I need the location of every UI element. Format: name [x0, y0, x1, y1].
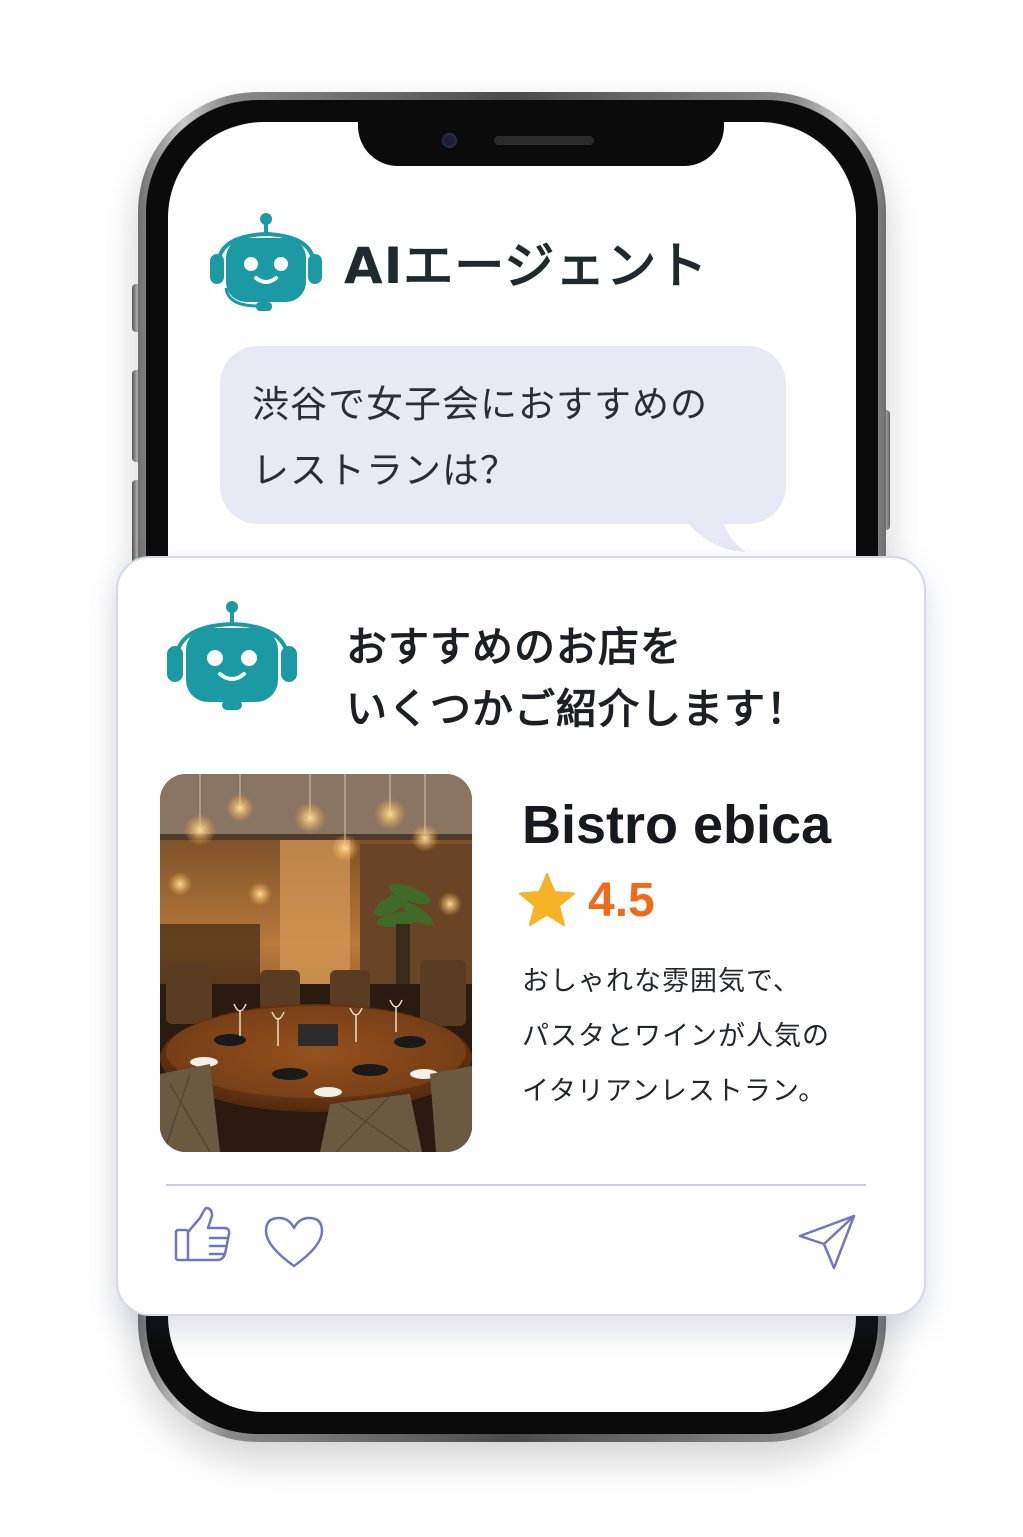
thumbs-up-icon[interactable]: [172, 1204, 234, 1266]
response-heading: おすすめのお店を いくつかご紹介します！: [346, 616, 906, 740]
user-message-bubble: 渋谷で女子会におすすめの レストランは？: [220, 346, 786, 524]
agent-title: AIエージェント: [344, 237, 709, 295]
robot-headset-icon: [167, 601, 297, 710]
description-line-1: おしゃれな雰囲気で、: [522, 966, 801, 997]
heart-icon[interactable]: [262, 1214, 326, 1270]
user-bubble-tail: [680, 510, 746, 552]
star-icon: [519, 873, 575, 926]
user-message-line-2: レストランは？: [252, 449, 518, 492]
response-heading-line-2: いくつかご紹介します！: [346, 685, 808, 733]
stage: AIエージェント 渋谷で女子会におすすめの レストランは？ おすすめのお店を い…: [0, 0, 1023, 1537]
user-message-text: 渋谷で女子会におすすめの レストランは？: [252, 372, 762, 504]
description-line-2: パスタとワインが人気の: [522, 1021, 830, 1052]
restaurant-interior-photo[interactable]: [160, 774, 472, 1152]
restaurant-description: おしゃれな雰囲気で、 パスタとワインが人気の イタリアンレストラン。: [522, 954, 902, 1119]
card-divider: [166, 1184, 866, 1186]
agent-header: AIエージェント: [206, 212, 708, 312]
robot-headset-icon: [210, 213, 322, 311]
send-icon[interactable]: [796, 1212, 858, 1272]
front-camera-icon: [442, 133, 457, 148]
response-card: おすすめのお店を いくつかご紹介します！ Bistro ebica 4.5 おし…: [116, 556, 926, 1316]
rating-value: 4.5: [588, 873, 655, 927]
restaurant-name[interactable]: Bistro ebica: [522, 794, 831, 856]
user-message-line-1: 渋谷で女子会におすすめの: [252, 383, 708, 426]
description-line-3: イタリアンレストラン。: [522, 1076, 827, 1107]
response-heading-line-1: おすすめのお店を: [346, 623, 682, 671]
phone-notch: [358, 122, 724, 166]
earpiece-speaker: [494, 136, 594, 145]
rating-row: 4.5: [518, 872, 655, 928]
